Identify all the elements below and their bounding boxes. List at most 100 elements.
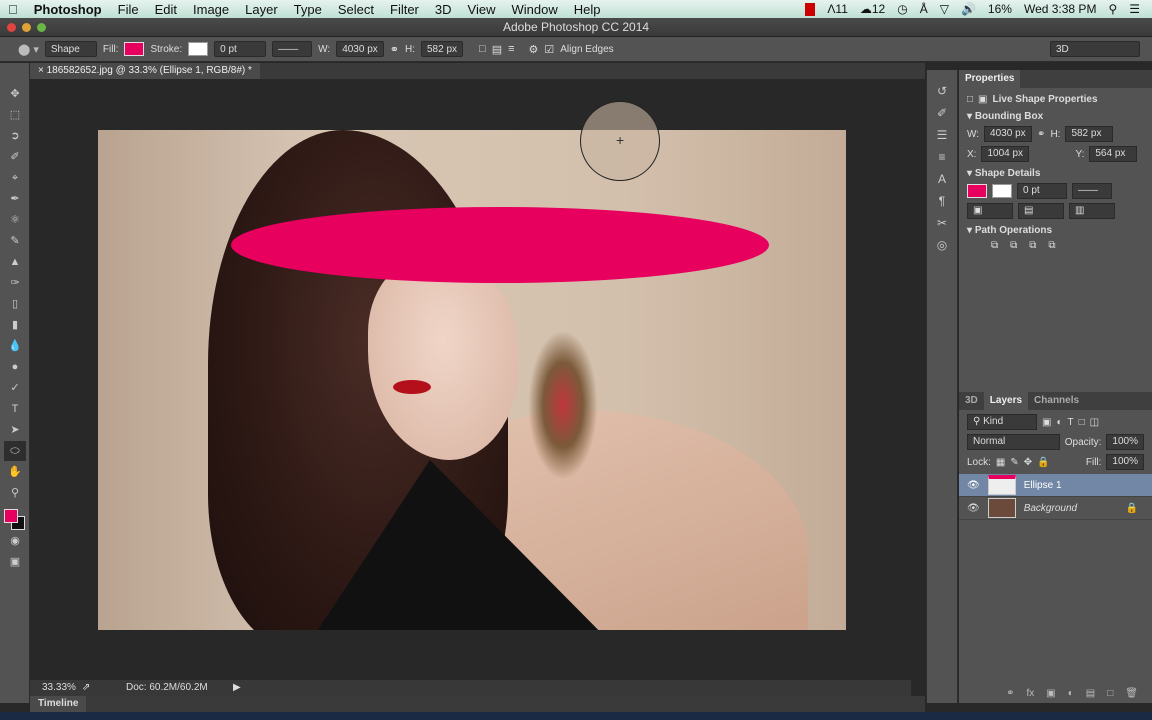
eraser-tool-icon[interactable]: ▯ — [4, 294, 26, 314]
ellipse-tool-preset-icon[interactable]: ⬤ ▾ — [18, 43, 39, 56]
stroke-corners-select[interactable]: ▥ — [1069, 203, 1115, 219]
paragraph-icon[interactable]: ¶ — [927, 190, 957, 212]
blend-mode-select[interactable]: Normal — [967, 434, 1060, 450]
workspace-select[interactable]: 3D — [1050, 41, 1140, 57]
menu-3d[interactable]: 3D — [427, 2, 460, 17]
recording-icon[interactable] — [805, 3, 815, 16]
path-operations-icon[interactable]: □ — [479, 43, 486, 55]
stroke-caps-select[interactable]: ▤ — [1018, 203, 1064, 219]
path-arrangement-icon[interactable]: ≡ — [508, 43, 514, 55]
blur-tool-icon[interactable]: 💧 — [4, 336, 26, 356]
pen-tool-icon[interactable]: ✓ — [4, 378, 26, 398]
history-brush-tool-icon[interactable]: ✑ — [4, 273, 26, 293]
adjustments-icon[interactable]: ☰ — [927, 124, 957, 146]
menu-layer[interactable]: Layer — [237, 2, 286, 17]
lock-transparent-icon[interactable]: ▦ — [996, 457, 1005, 468]
layer-style-icon[interactable]: fx — [1027, 688, 1035, 699]
menu-edit[interactable]: Edit — [147, 2, 185, 17]
move-tool-icon[interactable]: ✥ — [4, 84, 26, 104]
ellipse-tool-icon[interactable]: ⬭ — [4, 441, 26, 461]
layer-row-ellipse-1[interactable]: 👁 Ellipse 1 — [959, 474, 1152, 497]
height-input[interactable]: 582 px — [421, 41, 463, 57]
spotlight-icon[interactable]: ⚲ — [1108, 2, 1117, 16]
tool-mode-select[interactable]: Shape — [45, 41, 97, 57]
menu-filter[interactable]: Filter — [382, 2, 427, 17]
prop-stroke-swatch[interactable] — [992, 184, 1012, 198]
time-machine-icon[interactable]: ◷ — [897, 2, 907, 16]
menu-help[interactable]: Help — [566, 2, 609, 17]
filter-pixel-icon[interactable]: ▣ — [1042, 417, 1051, 428]
zoom-tool-icon[interactable]: ⚲ — [4, 483, 26, 503]
opacity-input[interactable]: 100% — [1106, 434, 1144, 450]
combine-shapes-icon[interactable]: ⧉ — [991, 240, 998, 251]
tab-3d[interactable]: 3D — [959, 392, 984, 410]
layer-name[interactable]: Ellipse 1 — [1024, 480, 1062, 491]
new-layer-icon[interactable]: □ — [1107, 688, 1113, 699]
share-icon[interactable]: ⇗ — [82, 680, 90, 696]
tab-channels[interactable]: Channels — [1028, 392, 1085, 410]
layer-name[interactable]: Background — [1024, 503, 1077, 514]
volume-icon[interactable]: 🔊 — [961, 2, 976, 16]
new-adjustment-layer-icon[interactable]: ◐ — [1068, 688, 1074, 699]
link-icon[interactable]: ⚭ — [390, 43, 399, 56]
gear-icon[interactable]: ⚙ — [529, 43, 539, 56]
marquee-tool-icon[interactable]: ⬚ — [4, 105, 26, 125]
prop-width-input[interactable]: 4030 px — [984, 126, 1032, 142]
clone-source-icon[interactable]: ≡ — [927, 146, 957, 168]
stroke-type-select[interactable]: —— — [272, 41, 312, 57]
close-window-button[interactable] — [7, 23, 16, 32]
prop-stroke-width-input[interactable]: 0 pt — [1017, 183, 1067, 199]
adobe-icon[interactable]: Λ11 — [827, 2, 847, 16]
bounding-box-section[interactable]: ▾ Bounding Box — [967, 111, 1144, 122]
filter-shape-icon[interactable]: □ — [1079, 417, 1085, 428]
lasso-tool-icon[interactable]: ➲ — [4, 126, 26, 146]
menu-select[interactable]: Select — [330, 2, 382, 17]
visibility-eye-icon[interactable]: 👁 — [967, 480, 980, 491]
menu-image[interactable]: Image — [185, 2, 237, 17]
prop-y-input[interactable]: 564 px — [1089, 146, 1137, 162]
intersect-shapes-icon[interactable]: ⧉ — [1029, 240, 1036, 251]
layer-row-background[interactable]: 👁 Background 🔒 — [959, 497, 1152, 520]
eyedropper-tool-icon[interactable]: ✒ — [4, 189, 26, 209]
crop-tool-icon[interactable]: ⌖ — [4, 168, 26, 188]
fill-swatch[interactable] — [124, 42, 144, 56]
exclude-shapes-icon[interactable]: ⧉ — [1048, 240, 1055, 251]
bluetooth-icon[interactable]: Å — [920, 2, 928, 16]
timeline-tab[interactable]: Timeline — [30, 696, 86, 712]
menu-window[interactable]: Window — [503, 2, 565, 17]
3d-icon[interactable]: ◎ — [927, 234, 957, 256]
lock-all-icon[interactable]: 🔒 — [1037, 457, 1049, 468]
prop-fill-swatch[interactable] — [967, 184, 987, 198]
quick-mask-icon[interactable]: ◉ — [4, 531, 26, 551]
filter-adjustment-icon[interactable]: ◐ — [1056, 417, 1062, 428]
quick-select-tool-icon[interactable]: ✐ — [4, 147, 26, 167]
fill-opacity-input[interactable]: 100% — [1106, 454, 1144, 470]
document-tab[interactable]: × 186582652.jpg @ 33.3% (Ellipse 1, RGB/… — [30, 63, 260, 79]
link-layers-icon[interactable]: ⚭ — [1006, 688, 1014, 699]
tab-layers[interactable]: Layers — [984, 392, 1028, 410]
add-mask-icon[interactable]: ▣ — [1046, 688, 1055, 699]
type-tool-icon[interactable]: T — [4, 399, 26, 419]
brush-tool-icon[interactable]: ✎ — [4, 231, 26, 251]
clone-stamp-tool-icon[interactable]: ▲ — [4, 252, 26, 272]
prop-x-input[interactable]: 1004 px — [981, 146, 1029, 162]
menu-type[interactable]: Type — [286, 2, 330, 17]
lock-image-icon[interactable]: ✎ — [1010, 457, 1018, 468]
wifi-icon[interactable]: ▽ — [940, 2, 949, 16]
battery-status[interactable]: 16% — [988, 2, 1012, 16]
screen-mode-icon[interactable]: ▣ — [4, 552, 26, 572]
canvas-area[interactable]: + — [30, 79, 911, 679]
character-icon[interactable]: A — [927, 168, 957, 190]
apple-icon[interactable]:  — [0, 2, 26, 17]
mask-properties-icon[interactable]: ▣ — [978, 94, 987, 105]
foreground-color-swatch[interactable] — [4, 509, 18, 523]
stroke-width-input[interactable]: 0 pt — [214, 41, 266, 57]
clock[interactable]: Wed 3:38 PM — [1024, 2, 1096, 16]
ellipse-shape[interactable] — [231, 207, 769, 283]
menu-view[interactable]: View — [460, 2, 504, 17]
width-input[interactable]: 4030 px — [336, 41, 384, 57]
tool-presets-icon[interactable]: ✂ — [927, 212, 957, 234]
document-image[interactable] — [98, 130, 846, 630]
new-group-icon[interactable]: ▤ — [1086, 688, 1095, 699]
shape-details-section[interactable]: ▾ Shape Details — [967, 168, 1144, 179]
